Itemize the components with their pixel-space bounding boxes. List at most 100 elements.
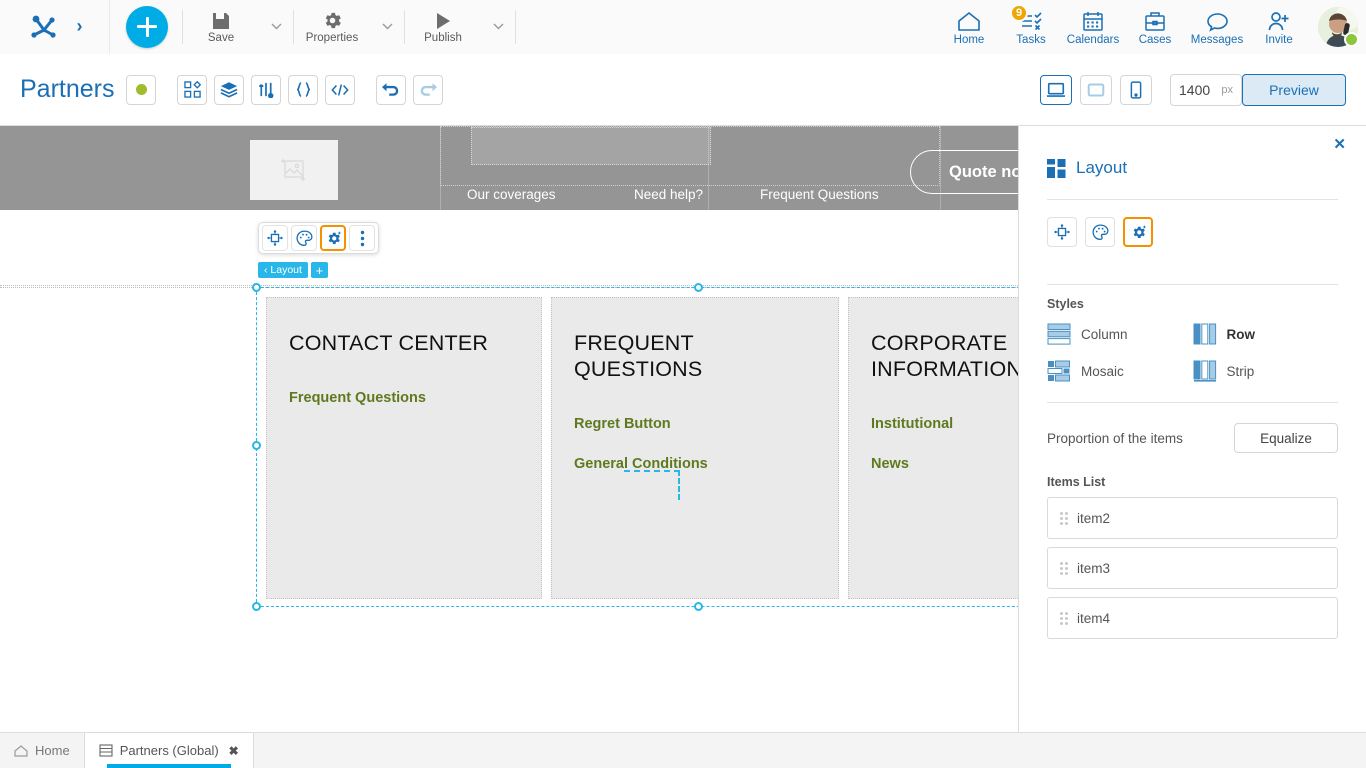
resize-handle-top-middle[interactable] bbox=[694, 283, 703, 292]
close-icon[interactable]: ✕ bbox=[1333, 137, 1346, 152]
preview-button[interactable]: Preview bbox=[1242, 73, 1346, 106]
empty-row-placeholder[interactable] bbox=[0, 210, 1018, 288]
hero-link-2[interactable]: Frequent Questions bbox=[760, 187, 879, 202]
status-badge[interactable] bbox=[126, 74, 157, 105]
home-icon bbox=[957, 8, 981, 32]
close-tab-icon[interactable]: ✖ bbox=[229, 744, 239, 758]
layout-column-3[interactable]: CORPORATE INFORMATION Institutional News bbox=[848, 297, 1018, 599]
tablet-button[interactable] bbox=[1080, 74, 1112, 105]
nav-messages[interactable]: Messages bbox=[1186, 0, 1248, 54]
move-icon bbox=[267, 230, 283, 246]
hero-nav-container bbox=[440, 126, 940, 186]
style-mosaic-icon bbox=[1047, 360, 1071, 382]
bottom-tab-home[interactable]: Home bbox=[0, 733, 84, 768]
width-input[interactable]: 1400 px bbox=[1170, 73, 1242, 106]
resize-handle-middle-left[interactable] bbox=[252, 441, 261, 450]
redo-icon bbox=[419, 82, 438, 97]
drag-handle-icon[interactable] bbox=[1060, 511, 1068, 525]
page-title: Partners bbox=[20, 75, 115, 103]
webnode-logo-icon[interactable] bbox=[27, 10, 61, 44]
style-option-row[interactable]: Row bbox=[1193, 323, 1339, 345]
selected-layout-container[interactable]: CONTACT CENTER Frequent Questions FREQUE… bbox=[252, 283, 1018, 611]
palette-icon-button[interactable] bbox=[291, 225, 317, 251]
nav-tasks[interactable]: 9 Tasks bbox=[1000, 0, 1062, 54]
list-item[interactable]: item2 bbox=[1047, 497, 1338, 539]
save-dropdown-caret[interactable] bbox=[259, 0, 293, 54]
nav-calendars[interactable]: Calendars bbox=[1062, 0, 1124, 54]
tablet-icon bbox=[1086, 82, 1106, 98]
layers-button[interactable] bbox=[214, 74, 245, 105]
properties-button[interactable]: Properties bbox=[294, 0, 370, 54]
element-toolbar bbox=[258, 222, 379, 254]
save-button[interactable]: Save bbox=[183, 0, 259, 54]
desktop-icon bbox=[1046, 82, 1066, 98]
style-option-mosaic[interactable]: Mosaic bbox=[1047, 360, 1193, 382]
hero-link-1[interactable]: Need help? bbox=[634, 187, 703, 202]
user-add-icon bbox=[1267, 8, 1291, 32]
chevron-right-icon[interactable]: › bbox=[77, 16, 83, 37]
properties-dropdown-caret[interactable] bbox=[370, 0, 404, 54]
move-icon-button[interactable] bbox=[262, 225, 288, 251]
hero-section[interactable]: Our coverages Need help? Frequent Questi… bbox=[0, 126, 1018, 210]
list-item[interactable]: item3 bbox=[1047, 547, 1338, 589]
divider bbox=[1047, 284, 1338, 285]
nav-invite[interactable]: Invite bbox=[1248, 0, 1310, 54]
bottom-tab-bar: Home Partners (Global) ✖ bbox=[0, 732, 1366, 768]
code-button[interactable] bbox=[325, 74, 356, 105]
panel-tab-settings[interactable] bbox=[1123, 217, 1153, 247]
nav-calendars-label: Calendars bbox=[1066, 33, 1120, 46]
nav-tasks-label: Tasks bbox=[1016, 33, 1046, 46]
panel-tab-move[interactable] bbox=[1047, 217, 1077, 247]
bottom-tab-partners[interactable]: Partners (Global) ✖ bbox=[83, 733, 254, 768]
move-icon bbox=[1054, 224, 1070, 240]
desktop-button[interactable] bbox=[1040, 74, 1072, 105]
undo-button[interactable] bbox=[376, 74, 407, 105]
settings-sparkle-icon-button[interactable] bbox=[320, 225, 346, 251]
add-button[interactable] bbox=[126, 5, 168, 48]
proportion-label: Proportion of the items bbox=[1047, 430, 1183, 446]
top-toolbar: › Save Properties Publish Home 9 Tasks C… bbox=[0, 0, 1366, 54]
hero-link-0[interactable]: Our coverages bbox=[467, 187, 556, 202]
resize-handle-top-left[interactable] bbox=[252, 283, 261, 292]
layout-column-1[interactable]: CONTACT CENTER Frequent Questions bbox=[266, 297, 542, 599]
layout-tag-add-button[interactable]: + bbox=[310, 262, 328, 278]
braces-button[interactable] bbox=[288, 74, 319, 105]
width-value: 1400 bbox=[1179, 81, 1211, 98]
column-2-link-1[interactable]: General Conditions bbox=[574, 456, 816, 472]
column-2-link-0[interactable]: Regret Button bbox=[574, 416, 816, 432]
drag-handle-icon[interactable] bbox=[1060, 561, 1068, 575]
bottom-tab-partners-label: Partners (Global) bbox=[119, 743, 219, 758]
braces-icon bbox=[295, 81, 312, 98]
style-row-icon bbox=[1193, 323, 1217, 345]
resize-handle-bottom-left[interactable] bbox=[252, 602, 261, 611]
nav-home[interactable]: Home bbox=[938, 0, 1000, 54]
style-option-strip[interactable]: Strip bbox=[1193, 360, 1339, 382]
equalize-button[interactable]: Equalize bbox=[1234, 423, 1338, 453]
logo-zone: › bbox=[0, 0, 110, 54]
layout-tag-label[interactable]: ‹ Layout bbox=[258, 262, 308, 278]
panel-tab-palette[interactable] bbox=[1085, 217, 1115, 247]
drag-handle-icon[interactable] bbox=[1060, 611, 1068, 625]
avatar[interactable] bbox=[1310, 0, 1366, 54]
column-1-link-0[interactable]: Frequent Questions bbox=[289, 390, 519, 406]
resize-handle-bottom-middle[interactable] bbox=[694, 602, 703, 611]
layout-column-2[interactable]: FREQUENT QUESTIONS Regret Button General… bbox=[551, 297, 839, 599]
components-button[interactable] bbox=[177, 74, 208, 105]
style-option-column[interactable]: Column bbox=[1047, 323, 1193, 345]
status-dot-icon bbox=[135, 84, 147, 95]
style-strip-icon bbox=[1193, 360, 1217, 382]
publish-button[interactable]: Publish bbox=[405, 0, 481, 54]
hero-cta-button[interactable]: Quote now bbox=[910, 150, 1018, 194]
more-vertical-icon-button[interactable] bbox=[349, 225, 375, 251]
page-icon bbox=[99, 744, 113, 757]
mobile-button[interactable] bbox=[1120, 74, 1152, 105]
nav-cases[interactable]: Cases bbox=[1124, 0, 1186, 54]
flow-button[interactable] bbox=[251, 74, 282, 105]
column-3-link-1[interactable]: News bbox=[871, 456, 1018, 472]
hero-logo-placeholder[interactable] bbox=[250, 140, 338, 200]
publish-dropdown-caret[interactable] bbox=[481, 0, 515, 54]
redo-button[interactable] bbox=[413, 74, 444, 105]
list-item[interactable]: item4 bbox=[1047, 597, 1338, 639]
layout-breadcrumb-tag: ‹ Layout + bbox=[258, 262, 328, 278]
column-3-link-0[interactable]: Institutional bbox=[871, 416, 1018, 432]
